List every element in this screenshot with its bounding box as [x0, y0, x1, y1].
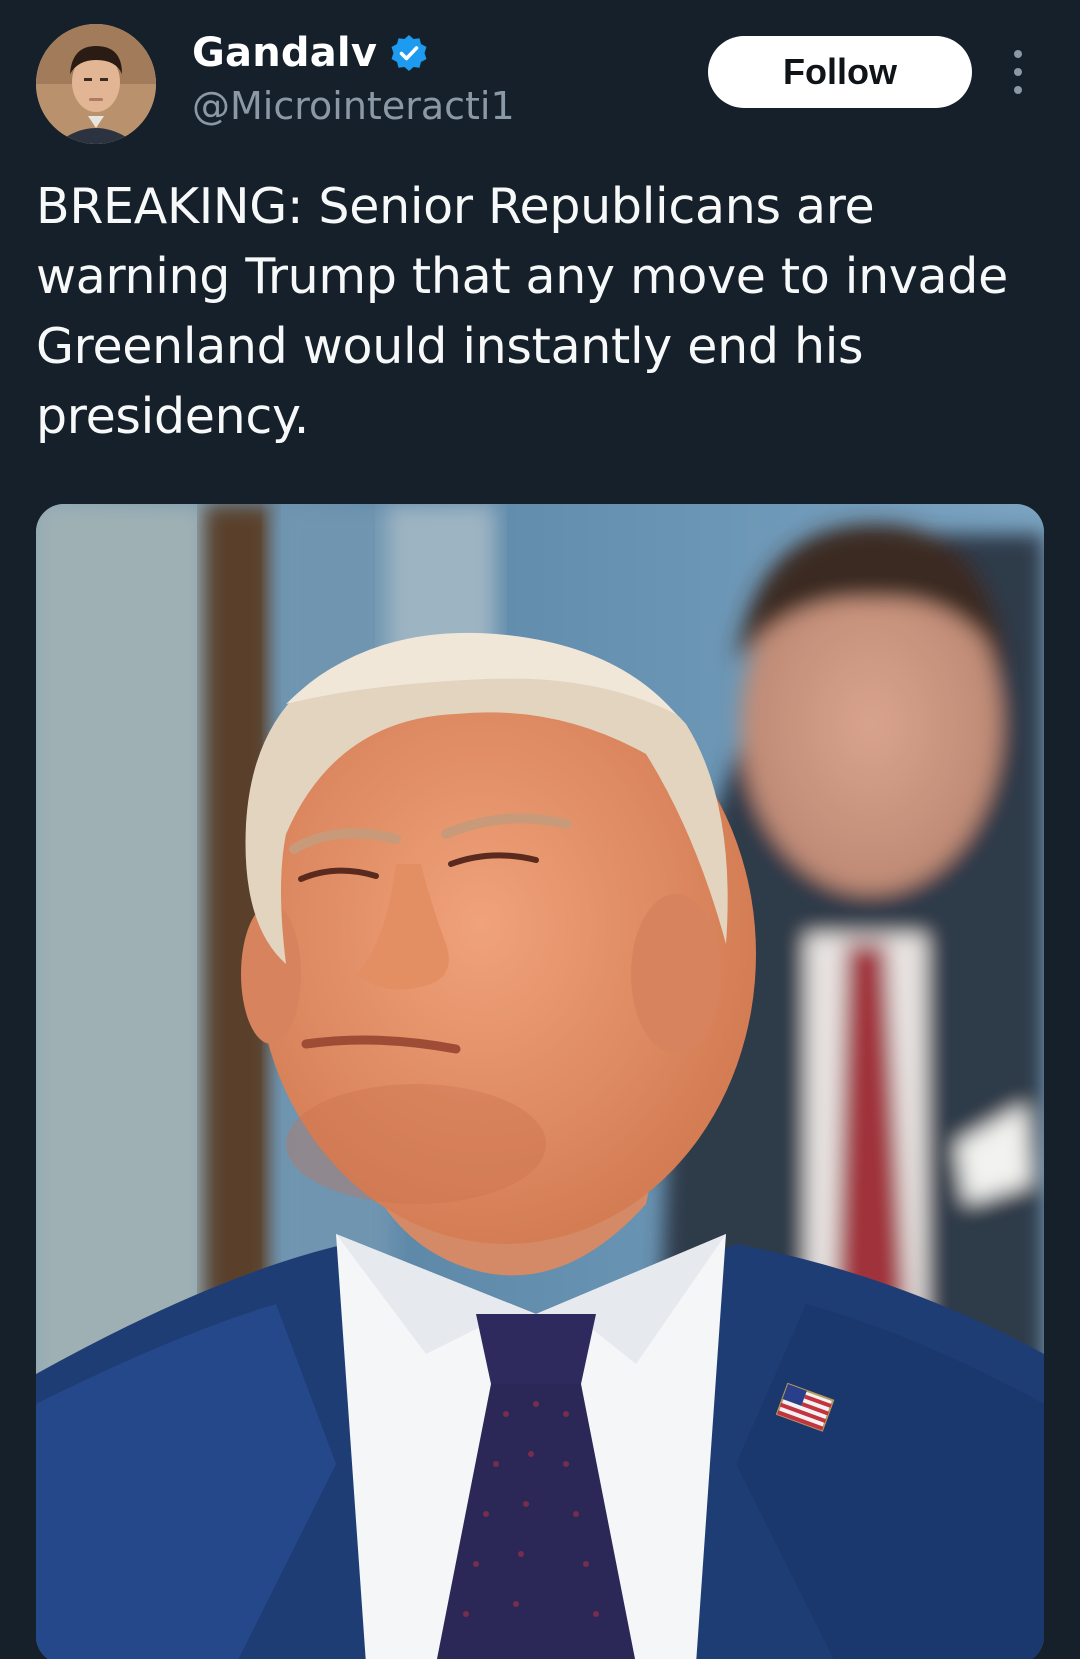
- more-dot: [1014, 86, 1022, 94]
- author-name-row: Gandalv: [192, 30, 429, 76]
- tweet-card: Gandalv @Microinteracti1 Follow BREAKING…: [0, 0, 1080, 1659]
- more-options-icon[interactable]: [1004, 50, 1032, 94]
- author-avatar[interactable]: [36, 24, 156, 144]
- author-handle[interactable]: @Microinteracti1: [192, 84, 515, 128]
- author-display-name[interactable]: Gandalv: [192, 30, 377, 76]
- more-dot: [1014, 68, 1022, 76]
- tweet-media-photo[interactable]: [36, 504, 1044, 1659]
- verified-badge-icon: [391, 35, 427, 71]
- tweet-text: BREAKING: Senior Republicans are warning…: [36, 178, 1008, 445]
- photo-image: [36, 504, 1044, 1659]
- more-dot: [1014, 50, 1022, 58]
- person-avatar-icon: [36, 24, 156, 144]
- follow-button[interactable]: Follow: [708, 36, 972, 108]
